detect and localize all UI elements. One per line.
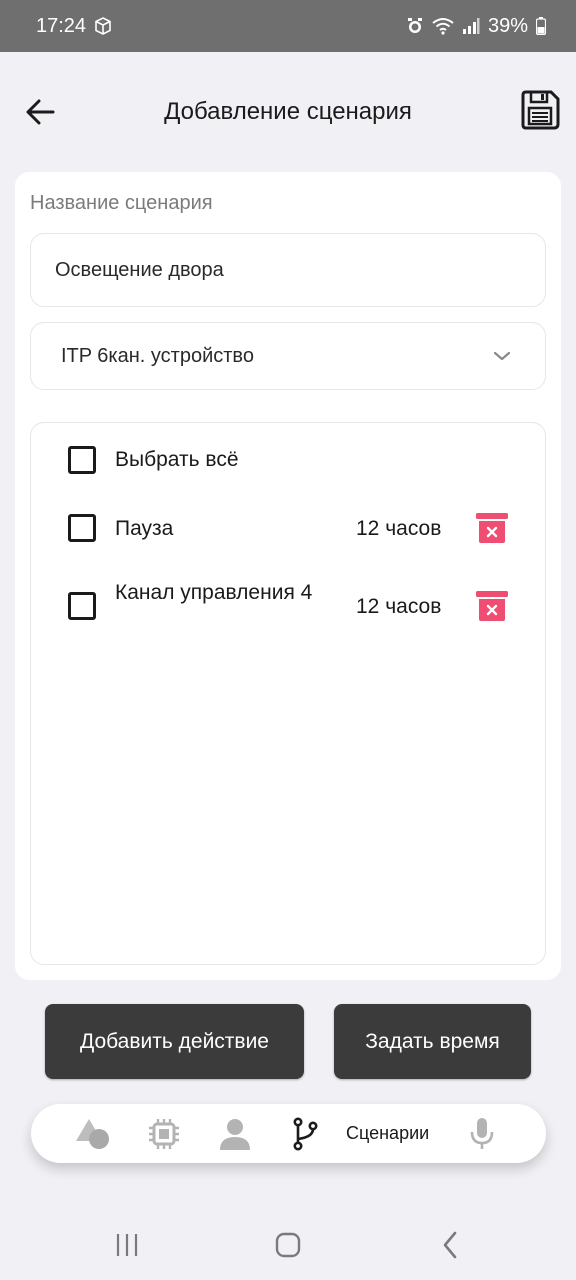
microphone-icon (470, 1118, 494, 1149)
action-label: Пауза (115, 517, 174, 540)
device-select-value: ITP 6кан. устройство (61, 344, 254, 367)
app-header: Добавление сценария (0, 52, 576, 172)
save-button[interactable] (520, 90, 564, 134)
chip-icon (149, 1119, 179, 1149)
action-row: Пауза 12 часов (31, 511, 545, 545)
action-checkbox[interactable] (68, 514, 96, 542)
signal-icon (462, 17, 480, 35)
bottom-tab-bar: Сценарии (31, 1104, 546, 1163)
system-nav-bar (0, 1208, 576, 1280)
battery-icon (536, 17, 546, 35)
shapes-icon (76, 1119, 109, 1149)
chevron-down-icon (493, 351, 511, 361)
set-time-button[interactable]: Задать время (334, 1004, 531, 1079)
action-duration: 12 часов (356, 517, 442, 540)
status-time: 17:24 (36, 14, 87, 37)
select-all-row: Выбрать всё (31, 445, 545, 475)
recent-apps-button[interactable] (107, 1230, 147, 1260)
floppy-disk-icon (521, 90, 560, 130)
tab-voice[interactable] (464, 1116, 500, 1152)
trash-icon (476, 513, 508, 543)
page-title: Добавление сценария (164, 98, 412, 125)
alarm-icon (406, 17, 424, 35)
add-action-button[interactable]: Добавить действие (45, 1004, 304, 1079)
action-duration: 12 часов (356, 595, 442, 618)
status-bar: 17:24 39% (0, 0, 576, 52)
select-all-checkbox[interactable] (68, 446, 96, 474)
scenario-form-card: Название сценария Освещение двора ITP 6к… (15, 172, 561, 980)
action-row: Канал управления 4 12 часов (31, 581, 545, 633)
scenario-name-input[interactable]: Освещение двора (30, 233, 546, 307)
tab-scenarios[interactable] (287, 1116, 323, 1152)
arrow-left-icon (26, 99, 55, 125)
recent-apps-icon (116, 1234, 138, 1256)
scenario-name-label: Название сценария (30, 192, 213, 214)
tab-profile[interactable] (217, 1116, 253, 1152)
action-label: Канал управления 4 (115, 581, 313, 604)
tab-devices[interactable] (146, 1116, 182, 1152)
actions-list: Выбрать всё Пауза 12 часов Канал управле… (30, 422, 546, 965)
delete-action-button[interactable] (475, 511, 509, 545)
chevron-left-icon (443, 1231, 457, 1259)
tab-shapes[interactable] (75, 1116, 111, 1152)
delete-action-button[interactable] (475, 589, 509, 623)
system-back-button[interactable] (430, 1230, 470, 1260)
trash-icon (476, 591, 508, 621)
scenario-name-value: Освещение двора (55, 258, 224, 281)
package-icon (94, 17, 112, 35)
tab-scenarios-label[interactable]: Сценарии (346, 1123, 429, 1144)
wifi-icon (432, 17, 454, 35)
home-button[interactable] (268, 1230, 308, 1260)
branch-icon (293, 1117, 318, 1151)
home-icon (275, 1232, 301, 1258)
user-icon (220, 1119, 250, 1150)
back-button[interactable] (22, 90, 58, 134)
battery-text: 39% (487, 14, 528, 37)
device-select[interactable]: ITP 6кан. устройство (30, 322, 546, 390)
action-checkbox[interactable] (68, 592, 96, 620)
select-all-label: Выбрать всё (115, 448, 239, 471)
